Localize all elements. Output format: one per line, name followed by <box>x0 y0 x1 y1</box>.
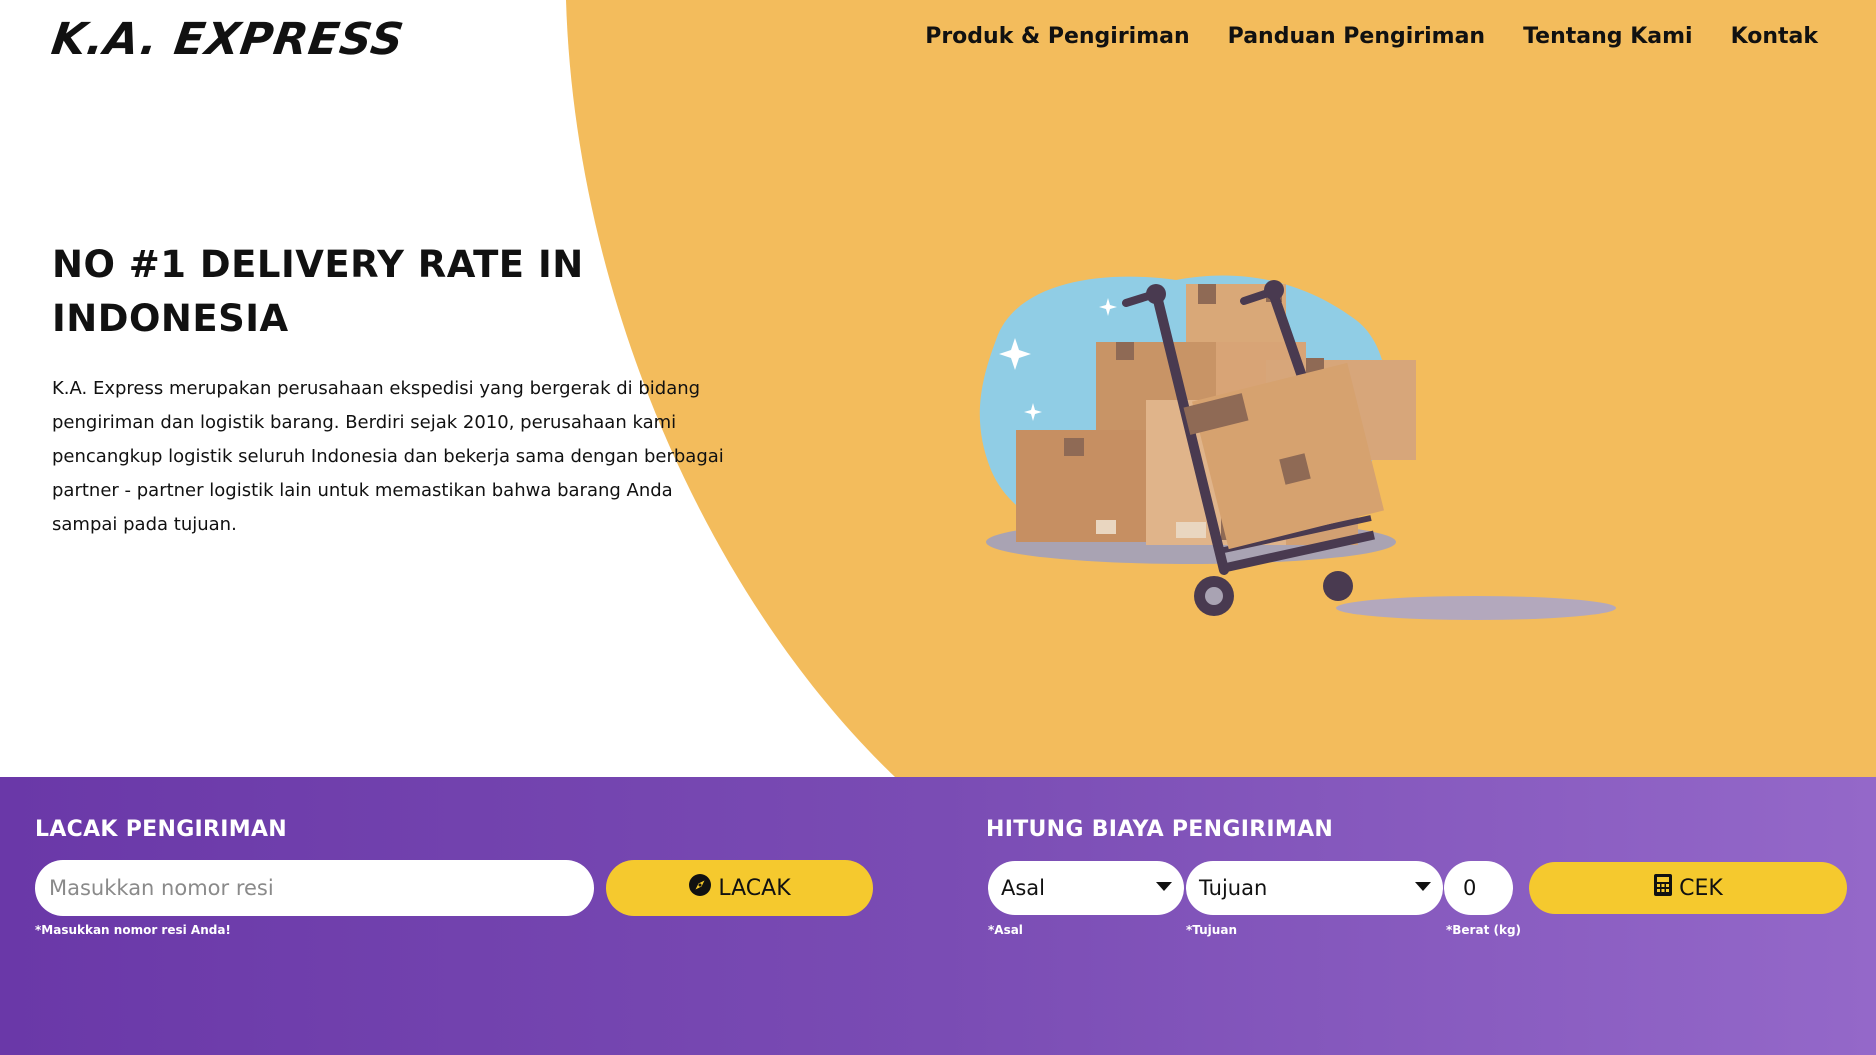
destination-select-value: Tujuan <box>1199 876 1268 900</box>
tracking-title: LACAK PENGIRIMAN <box>35 817 287 842</box>
calculator-icon <box>1653 873 1673 903</box>
nav-item-produk-pengiriman[interactable]: Produk & Pengiriman <box>925 24 1189 49</box>
nav-item-kontak[interactable]: Kontak <box>1731 24 1818 49</box>
resi-hint: *Masukkan nomor resi Anda! <box>35 923 231 937</box>
weight-input[interactable]: 0 <box>1444 861 1513 915</box>
cek-button-label: CEK <box>1679 875 1723 901</box>
lacak-button[interactable]: LACAK <box>606 860 873 916</box>
main-nav: Produk & Pengiriman Panduan Pengiriman T… <box>925 24 1818 49</box>
forms-section: LACAK PENGIRIMAN LACAK *Masukkan nomor r… <box>0 777 1876 1055</box>
nav-item-tentang-kami[interactable]: Tentang Kami <box>1523 24 1692 49</box>
boxes-hand-truck-illustration <box>979 275 1616 620</box>
destination-hint: *Tujuan <box>1186 923 1237 937</box>
resi-input[interactable] <box>35 860 594 916</box>
compass-icon <box>688 873 712 903</box>
weight-hint: *Berat (kg) <box>1446 923 1522 937</box>
destination-select[interactable]: Tujuan <box>1186 861 1443 915</box>
chevron-down-icon <box>1156 882 1172 891</box>
cek-button[interactable]: CEK <box>1529 862 1847 914</box>
weight-input-value: 0 <box>1463 876 1477 900</box>
origin-select-value: Asal <box>1001 876 1046 900</box>
hero-section: K.A. EXPRESS Produk & Pengiriman Panduan… <box>0 0 1876 777</box>
brand-logo[interactable]: K.A. EXPRESS <box>48 14 407 65</box>
nav-item-panduan-pengiriman[interactable]: Panduan Pengiriman <box>1228 24 1485 49</box>
hero-title: NO #1 DELIVERY RATE IN INDONESIA <box>52 243 584 340</box>
origin-select[interactable]: Asal <box>988 861 1184 915</box>
lacak-button-label: LACAK <box>718 875 791 901</box>
chevron-down-icon <box>1415 882 1431 891</box>
origin-hint: *Asal <box>988 923 1023 937</box>
cost-title: HITUNG BIAYA PENGIRIMAN <box>986 817 1334 842</box>
hero-description: K.A. Express merupakan perusahaan eksped… <box>52 378 724 535</box>
